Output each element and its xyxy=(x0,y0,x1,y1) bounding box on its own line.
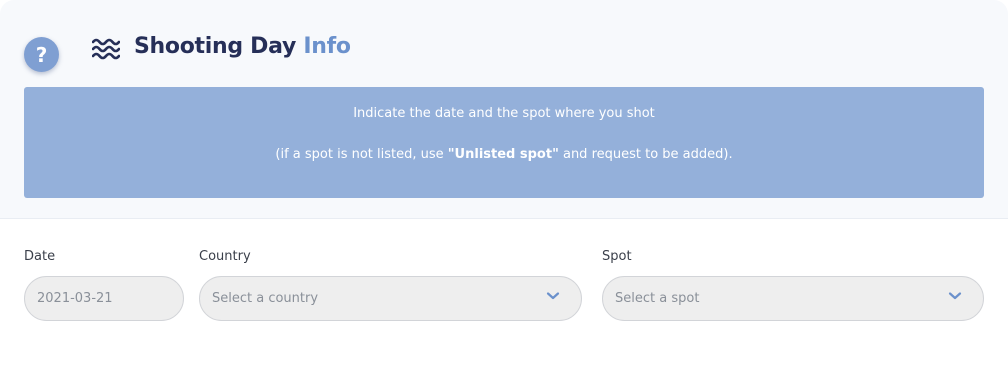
chevron-down-icon xyxy=(948,292,962,300)
shooting-day-card: ? Shooting Day Info Indicate the date an… xyxy=(0,0,1008,377)
page-title: Shooting Day Info xyxy=(134,34,351,59)
spot-select[interactable]: Select a spot xyxy=(602,276,984,321)
country-select[interactable]: Select a country xyxy=(199,276,582,321)
banner-line-2: (if a spot is not listed, use "Unlisted … xyxy=(24,147,984,162)
country-label: Country xyxy=(199,249,251,264)
banner-line-1: Indicate the date and the spot where you… xyxy=(353,106,655,121)
banner-line-2-start: (if a spot is not listed, use xyxy=(275,147,448,162)
chevron-down-icon xyxy=(546,292,560,300)
info-banner: Indicate the date and the spot where you… xyxy=(24,87,984,198)
title-main: Shooting Day xyxy=(134,34,297,59)
spot-label: Spot xyxy=(602,249,632,264)
waves-icon xyxy=(92,38,120,60)
country-placeholder: Select a country xyxy=(212,291,319,306)
date-value: 2021-03-21 xyxy=(37,291,113,306)
unlisted-spot-emphasis: "Unlisted spot" xyxy=(447,147,559,162)
spot-placeholder: Select a spot xyxy=(615,291,700,306)
banner-line-2-end: and request to be added). xyxy=(558,147,733,162)
header-area: ? Shooting Day Info Indicate the date an… xyxy=(0,0,1008,219)
date-input[interactable]: 2021-03-21 xyxy=(24,276,184,321)
question-circle-icon[interactable]: ? xyxy=(24,37,59,72)
title-accent: Info xyxy=(303,34,351,59)
date-label: Date xyxy=(24,249,56,264)
